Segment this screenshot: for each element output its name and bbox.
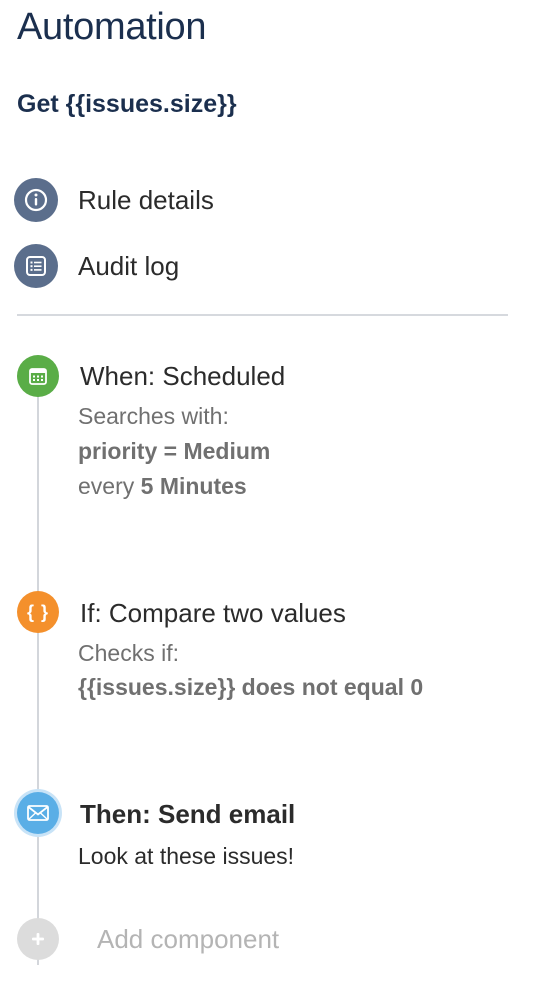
rule-details-link[interactable]: Rule details: [14, 178, 214, 222]
condition-title[interactable]: If: Compare two values: [80, 598, 346, 629]
info-icon: [14, 178, 58, 222]
rule-name[interactable]: Get {{issues.size}}: [17, 90, 237, 119]
condition-checks-label: Checks if:: [78, 640, 179, 666]
audit-log-label: Audit log: [78, 250, 180, 281]
condition-expression: {{issues.size}} does not equal 0: [78, 674, 424, 700]
action-subject: Look at these issues!: [78, 843, 295, 869]
trigger-jql: priority = Medium: [78, 438, 271, 464]
plus-icon: [17, 918, 59, 960]
trigger-schedule: every 5 Minutes: [78, 473, 247, 499]
audit-log-link[interactable]: Audit log: [14, 244, 179, 288]
action-title[interactable]: Then: Send email: [80, 799, 295, 830]
add-component-label: Add component: [97, 923, 280, 954]
trigger-searches-label: Searches with:: [78, 403, 229, 429]
braces-icon[interactable]: { }: [17, 591, 59, 633]
rule-details-label: Rule details: [78, 184, 214, 215]
timeline-connector: [37, 380, 39, 965]
list-icon: [14, 244, 58, 288]
divider: [17, 314, 508, 316]
calendar-icon[interactable]: [17, 355, 59, 397]
page-title: Automation: [17, 6, 207, 48]
trigger-title[interactable]: When: Scheduled: [80, 361, 285, 392]
add-component-button[interactable]: Add component: [17, 918, 279, 960]
envelope-icon[interactable]: [17, 792, 59, 834]
